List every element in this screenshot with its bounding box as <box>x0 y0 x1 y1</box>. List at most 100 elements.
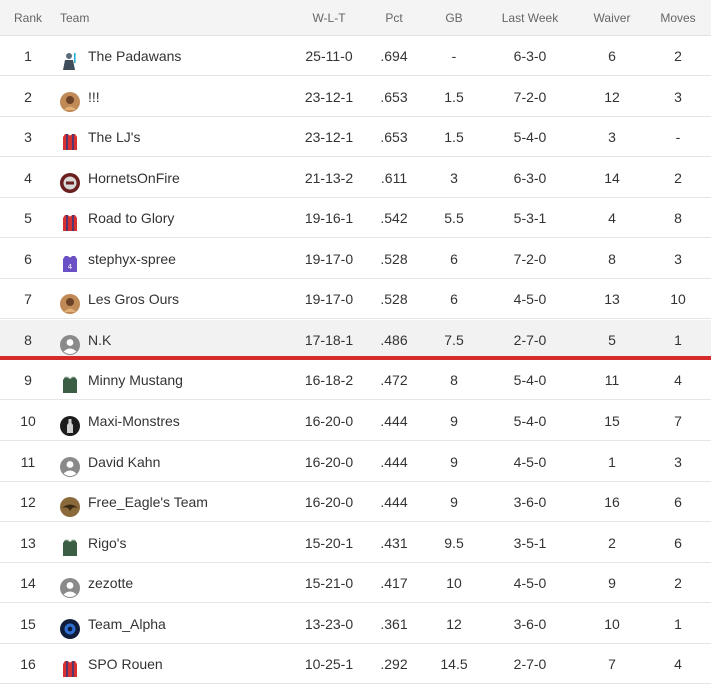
table-row[interactable]: 3 The LJ's 23-12-1 .653 1.5 5-4-0 3 - <box>0 117 711 158</box>
header-team[interactable]: Team <box>60 0 300 36</box>
pct-cell: .542 <box>380 210 408 227</box>
wlt-cell: 23-12-1 <box>304 129 354 146</box>
team-name-link[interactable]: N.K <box>88 320 111 360</box>
team-name-link[interactable]: Team_Alpha <box>88 604 166 644</box>
table-row[interactable]: 13 Rigo's 15-20-1 .431 9.5 3-5-1 2 6 <box>0 522 711 563</box>
header-waiver[interactable]: Waiver <box>584 0 640 36</box>
header-pct[interactable]: Pct <box>372 0 416 36</box>
pct-cell: .528 <box>380 291 408 308</box>
waiver-cell: 1 <box>608 453 616 470</box>
team-cell[interactable]: Free_Eagle's Team <box>60 482 300 522</box>
team-cell[interactable]: Team_Alpha <box>60 604 300 644</box>
table-row[interactable]: 4 HornetsOnFire 21-13-2 .611 3 6-3-0 14 2 <box>0 157 711 198</box>
last-week-cell: 3-6-0 <box>513 494 547 510</box>
waiver-cell: 16 <box>604 494 620 510</box>
team-name-link[interactable]: Maxi-Monstres <box>88 401 180 441</box>
team-cell[interactable]: Maxi-Monstres <box>60 401 300 441</box>
red-jersey-icon <box>60 208 80 232</box>
wlt-cell: 16-20-0 <box>304 453 354 470</box>
waiver-cell: 8 <box>608 250 616 267</box>
team-name-link[interactable]: Rigo's <box>88 523 126 563</box>
team-name-link[interactable]: Minny Mustang <box>88 360 183 400</box>
team-cell[interactable]: The Padawans <box>60 36 300 76</box>
waiver-cell: 5 <box>608 331 616 348</box>
team-cell[interactable]: Minny Mustang <box>60 360 300 400</box>
header-moves[interactable]: Moves <box>650 0 706 36</box>
pct-cell: .528 <box>380 250 408 267</box>
rank-cell: 13 <box>20 534 36 551</box>
gb-cell: 1.5 <box>444 88 464 105</box>
gb-cell: 12 <box>446 615 462 632</box>
table-row[interactable]: 15 Team_Alpha 13-23-0 .361 12 3-6-0 10 1 <box>0 603 711 644</box>
team-name-link[interactable]: stephyx-spree <box>88 239 176 279</box>
team-name-link[interactable]: Free_Eagle's Team <box>88 482 208 522</box>
waiver-cell: 11 <box>604 372 620 389</box>
playoff-cutline <box>0 356 711 360</box>
team-cell[interactable]: Rigo's <box>60 523 300 563</box>
rank-cell: 12 <box>20 494 36 510</box>
team-cell[interactable]: The LJ's <box>60 117 300 157</box>
wlt-cell: 15-21-0 <box>304 575 354 592</box>
last-week-cell: 5-3-1 <box>513 210 547 227</box>
team-cell[interactable]: 4 stephyx-spree <box>60 239 300 279</box>
table-row[interactable]: 14 zezotte 15-21-0 .417 10 4-5-0 9 2 <box>0 563 711 604</box>
team-cell[interactable]: Les Gros Ours <box>60 279 300 319</box>
team-name-link[interactable]: !!! <box>88 77 100 117</box>
pct-cell: .694 <box>380 48 408 64</box>
team-cell[interactable]: N.K <box>60 320 300 360</box>
gb-cell: 7.5 <box>444 331 464 348</box>
team-name-link[interactable]: HornetsOnFire <box>88 158 180 198</box>
rank-cell: 1 <box>24 48 32 64</box>
moves-cell: 4 <box>674 372 682 389</box>
moves-cell: 3 <box>674 453 682 470</box>
table-row[interactable]: 7 Les Gros Ours 19-17-0 .528 6 4-5-0 13 10 <box>0 279 711 320</box>
last-week-cell: 7-2-0 <box>513 250 547 267</box>
header-rank[interactable]: Rank <box>0 0 56 36</box>
team-cell[interactable]: zezotte <box>60 563 300 603</box>
moves-cell: 2 <box>674 169 682 186</box>
last-week-cell: 5-4-0 <box>513 372 547 389</box>
green-jersey-icon <box>60 533 80 556</box>
table-row[interactable]: 6 4 stephyx-spree 19-17-0 .528 6 7-2-0 8 3 <box>0 238 711 279</box>
team-name-link[interactable]: Road to Glory <box>88 198 174 238</box>
team-cell[interactable]: David Kahn <box>60 442 300 482</box>
table-row[interactable]: 10 Maxi-Monstres 16-20-0 .444 9 5-4-0 15 7 <box>0 400 711 441</box>
wlt-cell: 16-20-0 <box>304 494 354 510</box>
last-week-cell: 5-4-0 <box>513 129 547 146</box>
team-cell[interactable]: !!! <box>60 77 300 117</box>
default-avatar-icon <box>60 573 80 599</box>
team-name-link[interactable]: The LJ's <box>88 117 140 157</box>
table-row[interactable]: 16 SPO Rouen 10-25-1 .292 14.5 2-7-0 7 4 <box>0 644 711 685</box>
table-row[interactable]: 12 Free_Eagle's Team 16-20-0 .444 9 3-6-0 16 6 <box>0 482 711 522</box>
table-row[interactable]: 1 The Padawans 25-11-0 .694 - 6-3-0 6 2 <box>0 36 711 76</box>
team-name-link[interactable]: SPO Rouen <box>88 644 163 684</box>
header-gb[interactable]: GB <box>428 0 480 36</box>
table-row[interactable]: 9 Minny Mustang 16-18-2 .472 8 5-4-0 11 4 <box>0 360 711 401</box>
table-row[interactable]: 2!!! 23-12-1 .653 1.5 7-2-0 12 3 <box>0 76 711 117</box>
team-name-link[interactable]: David Kahn <box>88 442 160 482</box>
pct-cell: .611 <box>380 169 408 186</box>
pct-cell: .444 <box>380 453 408 470</box>
team-name-link[interactable]: The Padawans <box>88 36 181 76</box>
team-name-link[interactable]: zezotte <box>88 563 133 603</box>
wlt-cell: 13-23-0 <box>304 615 354 632</box>
team-cell[interactable]: HornetsOnFire <box>60 158 300 198</box>
team-name-link[interactable]: Les Gros Ours <box>88 279 179 319</box>
pct-cell: .361 <box>380 615 408 632</box>
purple-jersey-icon: 4 <box>60 249 80 272</box>
standings-table: Rank Team W-L-T Pct GB Last Week Waiver … <box>0 0 711 685</box>
header-last-week[interactable]: Last Week <box>490 0 570 36</box>
table-row[interactable]: 5 Road to Glory 19-16-1 .542 5.5 5-3-1 4 8 <box>0 198 711 239</box>
moves-cell: 3 <box>674 88 682 105</box>
header-wlt[interactable]: W-L-T <box>296 0 362 36</box>
table-row[interactable]: 11 David Kahn 16-20-0 .444 9 4-5-0 1 3 <box>0 441 711 482</box>
rank-cell: 16 <box>20 656 36 673</box>
moves-cell: 6 <box>674 534 682 551</box>
team-cell[interactable]: SPO Rouen <box>60 644 300 684</box>
gb-cell: 9 <box>450 494 458 510</box>
last-week-cell: 4-5-0 <box>513 291 547 308</box>
team-cell[interactable]: Road to Glory <box>60 198 300 238</box>
moves-cell: 6 <box>674 494 682 510</box>
table-row[interactable]: 8 N.K 17-18-1 .486 7.5 2-7-0 5 1 <box>0 319 711 360</box>
padawan-figure-icon <box>60 46 80 71</box>
